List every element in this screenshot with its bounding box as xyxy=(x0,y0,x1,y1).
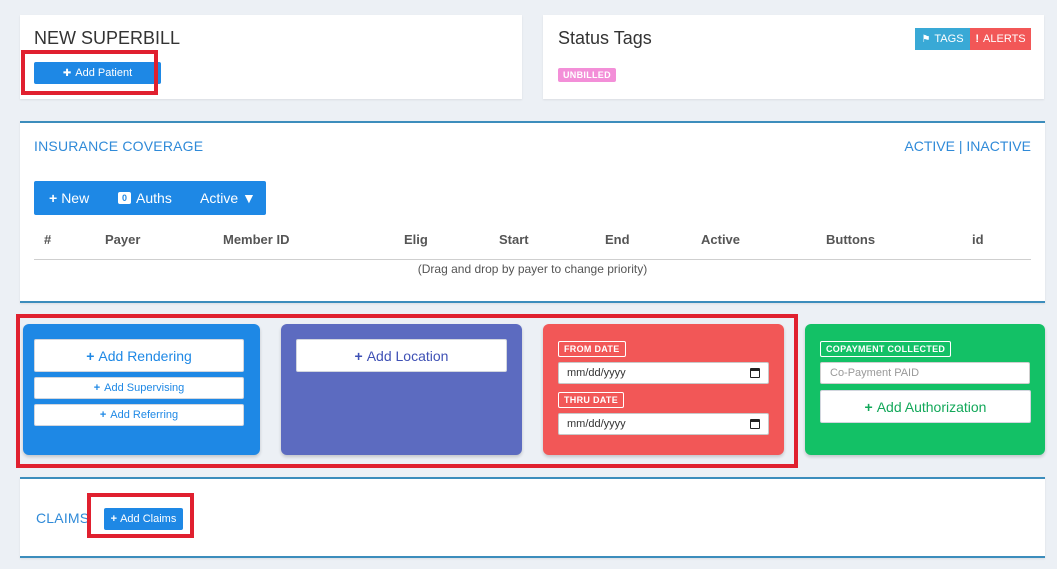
plus-icon: + xyxy=(93,382,101,394)
add-location-label: Add Location xyxy=(366,347,449,364)
active-filter-dropdown[interactable]: Active ▼ xyxy=(186,190,256,206)
alerts-label: ALERTS xyxy=(983,33,1026,45)
thru-date-label: THRU DATE xyxy=(558,392,625,408)
claims-title: CLAIMS xyxy=(36,510,90,526)
add-supervising-label: Add Supervising xyxy=(104,382,185,394)
tags-label: TAGS xyxy=(934,33,964,45)
from-date-value: mm/dd/yyyy xyxy=(567,367,626,379)
plus-icon: + xyxy=(864,398,873,415)
copayment-label: COPAYMENT COLLECTED xyxy=(820,341,952,357)
auths-button[interactable]: 0 Auths xyxy=(104,190,186,206)
add-authorization-label: Add Authorization xyxy=(876,398,987,415)
separator: | xyxy=(958,138,963,154)
from-date-input[interactable]: mm/dd/yyyy xyxy=(558,362,769,384)
copayment-placeholder: Co-Payment PAID xyxy=(830,367,920,379)
add-referring-label: Add Referring xyxy=(110,409,179,421)
col-start: Start xyxy=(499,232,529,247)
insurance-title: INSURANCE COVERAGE xyxy=(34,138,204,154)
status-tags-title: Status Tags xyxy=(558,28,652,48)
thru-date-input[interactable]: mm/dd/yyyy xyxy=(558,413,769,435)
insurance-toolbar: + New 0 Auths Active ▼ xyxy=(34,181,266,215)
add-rendering-button[interactable]: + Add Rendering xyxy=(34,339,244,372)
plus-icon: + xyxy=(99,409,107,421)
superbill-title: NEW SUPERBILL xyxy=(34,28,181,48)
add-location-button[interactable]: + Add Location xyxy=(296,339,507,372)
active-link[interactable]: ACTIVE xyxy=(904,138,955,154)
add-patient-label: Add Patient xyxy=(75,67,133,79)
inactive-link[interactable]: INACTIVE xyxy=(966,138,1031,154)
new-label: New xyxy=(61,190,90,206)
add-claims-button[interactable]: + Add Claims xyxy=(104,508,183,530)
col-buttons: Buttons xyxy=(826,232,876,247)
claims-panel: CLAIMS + Add Claims xyxy=(20,477,1045,558)
auths-count-badge: 0 xyxy=(118,192,132,204)
add-referring-button[interactable]: + Add Referring xyxy=(34,404,244,426)
col-active: Active xyxy=(701,232,741,247)
copay-card: COPAYMENT COLLECTED Co-Payment PAID + Ad… xyxy=(805,324,1045,455)
col-elig: Elig xyxy=(404,232,428,247)
calendar-icon[interactable] xyxy=(750,368,760,378)
calendar-icon[interactable] xyxy=(750,419,760,429)
tag-icon: ⚑ xyxy=(921,33,931,45)
add-authorization-button[interactable]: + Add Authorization xyxy=(820,390,1031,423)
add-patient-button[interactable]: ✚ Add Patient xyxy=(34,62,161,84)
thru-date-value: mm/dd/yyyy xyxy=(567,418,626,430)
col-id: id xyxy=(972,232,984,247)
plus-icon: + xyxy=(110,513,118,525)
auths-label: Auths xyxy=(136,190,172,206)
col-number: # xyxy=(44,232,52,247)
add-supervising-button[interactable]: + Add Supervising xyxy=(34,377,244,399)
active-inactive-toggle: ACTIVE | INACTIVE xyxy=(904,138,1031,154)
add-rendering-label: Add Rendering xyxy=(98,347,192,364)
unbilled-badge[interactable]: UNBILLED xyxy=(558,68,616,82)
plus-icon: + xyxy=(49,190,58,206)
user-plus-icon: ✚ xyxy=(62,67,72,79)
col-member-id: Member ID xyxy=(223,232,290,247)
drag-drop-hint: (Drag and drop by payer to change priori… xyxy=(417,262,648,276)
from-date-label: FROM DATE xyxy=(558,341,626,357)
exclamation-icon: ! xyxy=(975,33,980,45)
tags-button[interactable]: ⚑ TAGS xyxy=(915,28,970,50)
add-claims-label: Add Claims xyxy=(120,513,177,525)
col-payer: Payer xyxy=(105,232,141,247)
table-divider xyxy=(34,259,1031,260)
alerts-button[interactable]: ! ALERTS xyxy=(970,28,1031,50)
status-tags-panel: Status Tags ⚑ TAGS ! ALERTS UNBILLED xyxy=(543,15,1044,99)
dates-card: FROM DATE mm/dd/yyyy THRU DATE mm/dd/yyy… xyxy=(543,324,784,455)
copayment-input[interactable]: Co-Payment PAID xyxy=(820,362,1030,384)
insurance-panel: INSURANCE COVERAGE ACTIVE | INACTIVE + N… xyxy=(20,121,1045,303)
providers-card: + Add Rendering + Add Supervising + Add … xyxy=(23,324,260,455)
plus-icon: + xyxy=(354,347,363,364)
new-insurance-button[interactable]: + New xyxy=(34,190,104,206)
superbill-panel: NEW SUPERBILL ✚ Add Patient xyxy=(20,15,522,99)
plus-icon: + xyxy=(86,347,95,364)
col-end: End xyxy=(605,232,630,247)
location-card: + Add Location xyxy=(281,324,522,455)
